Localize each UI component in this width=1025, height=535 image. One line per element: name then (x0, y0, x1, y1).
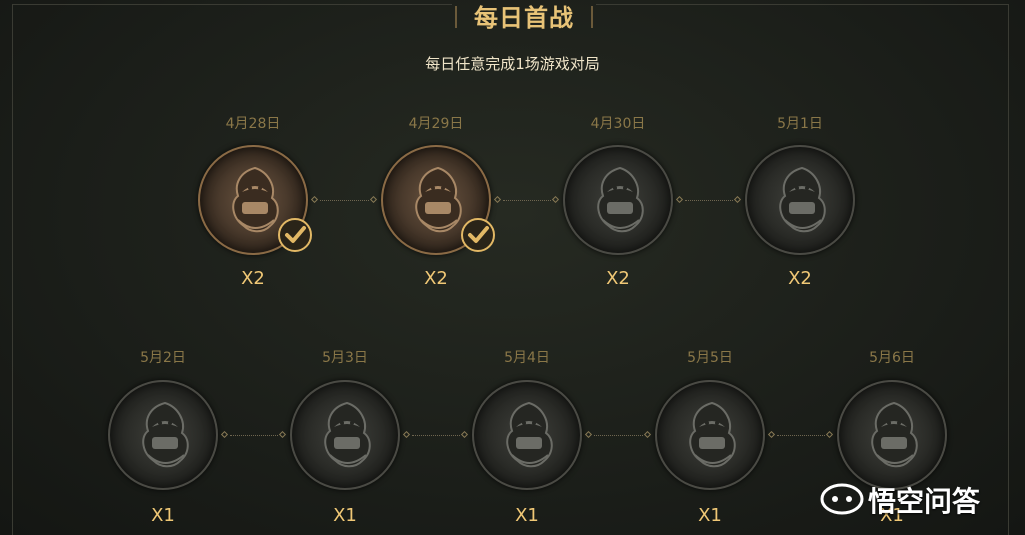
connector-line (594, 435, 643, 438)
dragon-coin-icon (324, 401, 371, 468)
connector-line (412, 435, 460, 438)
reward-coin[interactable] (745, 145, 855, 255)
connector-line (503, 200, 551, 203)
connector-dot (584, 430, 593, 439)
connector-dot (402, 430, 411, 439)
day-date: 5月5日 (687, 350, 733, 366)
frame-left (12, 4, 13, 535)
check-icon (278, 218, 312, 252)
day-date: 4月28日 (225, 116, 281, 132)
dragon-coin-icon (506, 401, 553, 468)
connector-dot (733, 195, 742, 204)
day-date: 4月30日 (590, 116, 646, 132)
frame-right (1008, 4, 1009, 535)
day-date: 5月1日 (777, 116, 823, 132)
connector-dot (220, 430, 229, 439)
reward-coin[interactable] (655, 380, 765, 490)
connector-dot (369, 195, 378, 204)
day-date: 5月6日 (869, 350, 915, 366)
connector-dot (460, 430, 469, 439)
title-right-bar (591, 6, 593, 28)
connector-line (685, 200, 733, 203)
reward-coin[interactable] (472, 380, 582, 490)
reward-coin[interactable] (563, 145, 673, 255)
connector-dot (278, 430, 287, 439)
page-subtitle: 每日任意完成1场游戏对局 (425, 55, 600, 73)
title-block: 每日首战 (455, 0, 593, 36)
connector-dot (551, 195, 560, 204)
reward-coin[interactable] (108, 380, 218, 490)
day-date: 4月29日 (408, 116, 464, 132)
frame-top-left (12, 4, 452, 5)
frame-top-right (596, 4, 1008, 5)
dragon-coin-icon (597, 166, 644, 233)
dragon-coin-icon (689, 401, 736, 468)
day-date: 5月2日 (140, 350, 186, 366)
connector-line (777, 435, 825, 438)
dragon-coin-icon (779, 166, 826, 233)
connector-line (230, 435, 278, 438)
connector-dot (310, 195, 319, 204)
reward-multiplier: X1 (698, 505, 722, 526)
title-left-bar (455, 6, 457, 28)
page-title: 每日首战 (474, 4, 574, 32)
reward-multiplier: X1 (515, 505, 539, 526)
reward-multiplier: X1 (151, 505, 175, 526)
connector-dot (643, 430, 652, 439)
reward-multiplier: X2 (606, 268, 630, 289)
reward-multiplier: X2 (788, 268, 812, 289)
connector-dot (675, 195, 684, 204)
check-icon (461, 218, 495, 252)
connector-dot (767, 430, 776, 439)
dragon-coin-icon (871, 401, 918, 468)
reward-coin[interactable] (837, 380, 947, 490)
wukong-logo-icon (820, 483, 864, 515)
connector-dot (493, 195, 502, 204)
reward-coin[interactable] (290, 380, 400, 490)
reward-multiplier: X1 (333, 505, 357, 526)
day-date: 5月3日 (322, 350, 368, 366)
reward-multiplier: X2 (424, 268, 448, 289)
reward-multiplier: X2 (241, 268, 265, 289)
connector-dot (825, 430, 834, 439)
dragon-coin-icon (142, 401, 189, 468)
watermark-text: 悟空问答 (868, 485, 981, 518)
day-date: 5月4日 (504, 350, 550, 366)
connector-line (320, 200, 369, 203)
